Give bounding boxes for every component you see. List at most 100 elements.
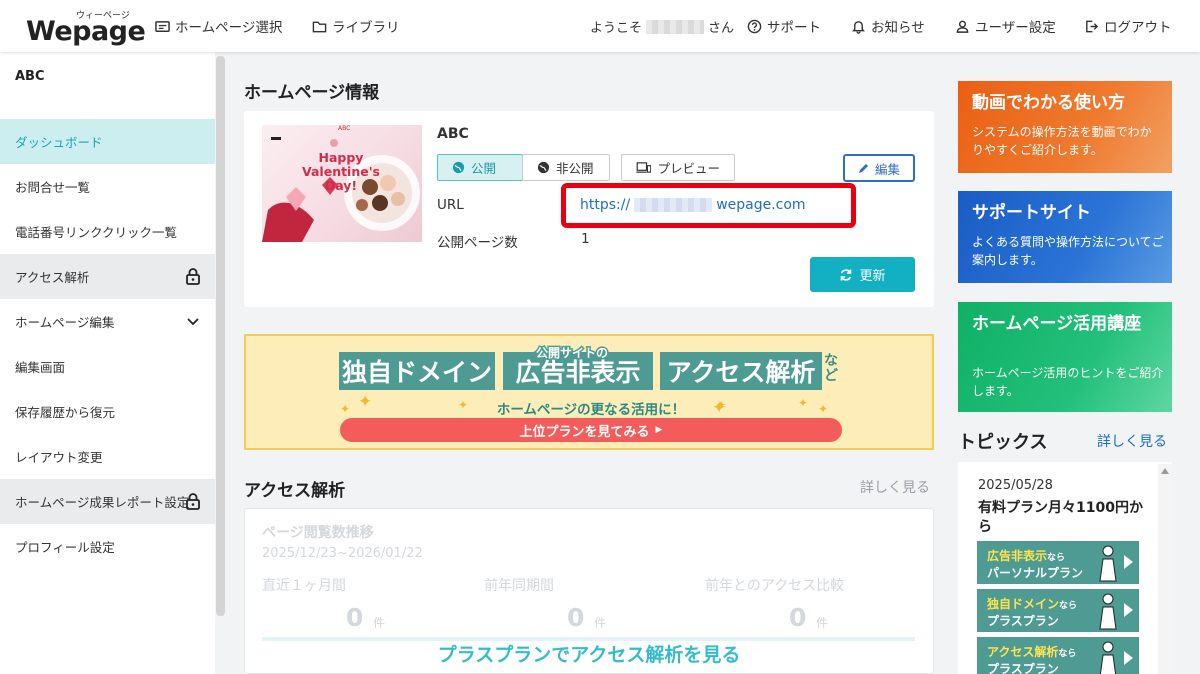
blurred-username xyxy=(646,19,705,34)
logout-label: ログアウト xyxy=(1104,20,1172,36)
bell-icon xyxy=(851,20,866,34)
logout-icon xyxy=(1086,20,1099,32)
card-video-guide[interactable]: 動画でわかる使い方 システムの操作方法を動画でわかりやすくご紹介します。 xyxy=(958,81,1172,173)
card-support-site-title: サポートサイト xyxy=(972,203,1091,223)
sidebar-item-label: 電話番号リンククリック一覧 xyxy=(15,225,178,240)
sidebar-item-dashboard[interactable]: ダッシュボード xyxy=(0,119,215,164)
site-thumbnail[interactable]: ABC Happy Valentine's Day! xyxy=(262,125,422,242)
pencil-icon xyxy=(858,164,868,173)
analytics-more-link[interactable]: 詳しく見る xyxy=(860,477,930,497)
topic-headline[interactable]: 有料プラン月々1100円から xyxy=(978,499,1148,537)
sidebar-item-editor[interactable]: 編集画面 xyxy=(0,344,215,389)
card-homepage-course[interactable]: ホームページ活用講座 ホームページ活用のヒントをご紹介します。 xyxy=(958,302,1172,412)
devices-icon xyxy=(636,162,652,173)
user-settings-link[interactable]: ユーザー設定 xyxy=(955,16,1056,36)
welcome-text: ようこそ さん xyxy=(590,17,734,36)
arrow-right-icon xyxy=(1124,651,1133,665)
col-compare-faded: 前年とのアクセス比較 xyxy=(705,578,845,594)
sidebar-item-label: ダッシュボード xyxy=(15,135,103,150)
logout-link[interactable]: ログアウト xyxy=(1084,16,1172,36)
sidebar-item-access-analytics[interactable]: アクセス解析 xyxy=(0,254,215,299)
notice-link[interactable]: お知らせ xyxy=(851,16,925,36)
thumb-text-line: Day! xyxy=(324,178,358,193)
sidebar-item-label: アクセス解析 xyxy=(15,270,90,285)
thumb-text: Happy Valentine's Day! xyxy=(302,151,380,193)
thumb-text-line: Valentine's xyxy=(302,164,380,179)
sidebar-item-label: プロフィール設定 xyxy=(15,540,115,555)
user-settings-label: ユーザー設定 xyxy=(975,20,1056,36)
welcome-prefix: ようこそ xyxy=(590,21,643,36)
arrow-right-icon xyxy=(1124,555,1133,569)
chart-title-faded: ページ閲覧数推移 xyxy=(262,525,374,541)
chart-period-faded: 2025/12/23~2026/01/22 xyxy=(262,546,423,561)
welcome-suffix: さん xyxy=(708,21,735,36)
scroll-up-icon[interactable] xyxy=(1161,468,1169,474)
top-header: ウィーページ Wepage ホームページ選択 ライブラリ ようこそ さん サポー… xyxy=(0,0,1200,52)
support-link[interactable]: サポート xyxy=(747,16,821,36)
sidebar-item-inquiries[interactable]: お問合せ一覧 xyxy=(0,164,215,209)
banner-small-text: なら xyxy=(1059,601,1078,611)
topics-title: トピックス xyxy=(958,432,1048,453)
sidebar-item-label: レイアウト変更 xyxy=(15,450,103,465)
topic-banner-domain[interactable]: 独自ドメインなら プラスプラン xyxy=(977,589,1139,632)
nav-homepage-select[interactable]: ホームページ選択 xyxy=(155,16,282,36)
sidebar-item-label: 保存履歴から復元 xyxy=(15,405,116,420)
sidebar-scrollbar[interactable] xyxy=(216,56,225,616)
sidebar-item-homepage-edit[interactable]: ホームページ編集 xyxy=(0,299,215,344)
update-button[interactable]: 更新 xyxy=(810,257,915,292)
sidebar-item-restore-history[interactable]: 保存履歴から復元 xyxy=(0,389,215,434)
toggle-private-button[interactable]: 非公開 xyxy=(522,154,610,181)
url-label: URL xyxy=(437,197,464,213)
pages-count-value: 1 xyxy=(581,231,590,247)
banner-highlight: アクセス解析なら xyxy=(987,643,1076,660)
val-compare-faded: 0 xyxy=(789,603,807,632)
url-highlight-box xyxy=(561,183,856,228)
sidebar-item-profile[interactable]: プロフィール設定 xyxy=(0,524,215,569)
toggle-public-button[interactable]: 公開 xyxy=(437,154,523,181)
card-homepage-course-desc: ホームページ活用のヒントをご紹介します。 xyxy=(972,366,1164,398)
card-video-guide-desc: システムの操作方法を動画でわかりやすくご紹介します。 xyxy=(972,125,1152,157)
banner-highlight-text: アクセス解析 xyxy=(987,645,1059,659)
banner-highlight: 広告非表示なら xyxy=(987,547,1065,564)
preview-label: プレビュー xyxy=(657,161,720,176)
topics-more-link[interactable]: 詳しく見る xyxy=(1097,431,1167,451)
topics-scrollbar[interactable] xyxy=(1158,464,1172,674)
globe-icon xyxy=(452,161,465,174)
banner-highlight-text: 独自ドメイン xyxy=(987,597,1060,611)
logo-text: Wepage xyxy=(26,16,146,47)
pages-count-label: 公開ページ数 xyxy=(437,235,518,251)
topic-date: 2025/05/28 xyxy=(978,478,1053,493)
sidebar: ABC ダッシュボード お問合せ一覧 電話番号リンククリック一覧 アクセス解析 … xyxy=(0,52,215,674)
sidebar-item-phone-clicks[interactable]: 電話番号リンククリック一覧 xyxy=(0,209,215,254)
help-circle-icon xyxy=(747,19,762,33)
topic-banner-analytics[interactable]: アクセス解析なら プラスプラン xyxy=(977,637,1139,674)
sidebar-item-layout-change[interactable]: レイアウト変更 xyxy=(0,434,215,479)
toggle-private-label: 非公開 xyxy=(556,161,594,176)
card-video-guide-title: 動画でわかる使い方 xyxy=(972,93,1125,113)
banner-small-text: なら xyxy=(1058,649,1077,659)
lock-icon xyxy=(186,268,200,285)
upgrade-promo-banner[interactable]: 独自ドメイン 広告非表示 公開サイトの アクセス解析 など ✦ ✦ ✦ ✦ ✦ … xyxy=(244,334,934,450)
notice-label: お知らせ xyxy=(871,20,925,36)
view-upper-plans-button[interactable]: 上位プランを見てみる ▶ xyxy=(340,418,842,442)
edit-label: 編集 xyxy=(874,161,900,177)
val-last-year-faded: 0 xyxy=(567,603,585,632)
card-homepage-course-title: ホームページ活用講座 xyxy=(972,314,1142,334)
sidebar-item-report-settings[interactable]: ホームページ成果レポート設定 xyxy=(0,479,215,524)
promo-subtitle: ホームページの更なる活用に！ xyxy=(496,402,686,418)
banner-small-text: なら xyxy=(1047,553,1066,563)
toggle-public-label: 公開 xyxy=(471,161,497,176)
preview-button[interactable]: プレビュー xyxy=(621,154,735,181)
nav-library[interactable]: ライブラリ xyxy=(312,16,400,36)
site-name: ABC xyxy=(437,126,469,142)
play-arrow-icon: ▶ xyxy=(655,425,663,435)
person-figure-icon xyxy=(1099,593,1117,630)
promo-etc: など xyxy=(824,353,838,384)
promo-analytics-box: アクセス解析 xyxy=(660,352,822,390)
plus-plan-cta[interactable]: プラスプランでアクセス解析を見る xyxy=(245,640,933,667)
lock-icon xyxy=(186,493,200,510)
folder-icon xyxy=(312,21,327,32)
card-support-site[interactable]: サポートサイト よくある質問や操作方法についてご案内します。 xyxy=(958,191,1172,283)
topic-banner-ad-free[interactable]: 広告非表示なら パーソナルプラン xyxy=(977,541,1139,584)
edit-button[interactable]: 編集 xyxy=(843,154,915,182)
